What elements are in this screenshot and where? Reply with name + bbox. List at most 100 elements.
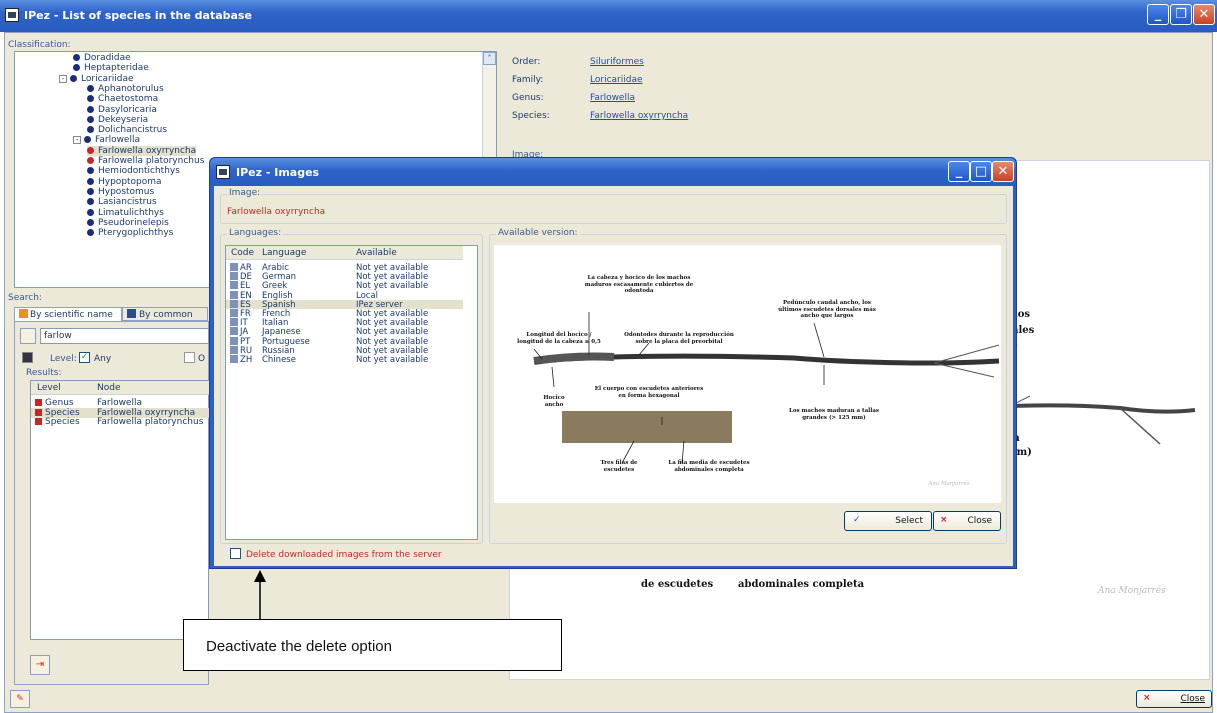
dialog-close-btn[interactable]: × Close	[933, 511, 1001, 531]
globe-icon	[127, 309, 136, 318]
close-button-label: Close	[1180, 694, 1205, 704]
language-code: ZH	[240, 355, 253, 365]
table-row[interactable]: Species Farlowella oxyrryncha	[31, 407, 210, 418]
tree-node[interactable]: Pterygoplichthys	[87, 228, 173, 238]
language-row[interactable]: IT Italian Not yet available	[226, 318, 463, 328]
tree-node[interactable]: Pseudorinelepis	[87, 218, 169, 228]
node-bullet-icon	[84, 136, 91, 144]
fish-annotation: La fila media de escudetes abdominales c…	[668, 460, 750, 473]
expand-toggle-icon[interactable]: -	[59, 74, 67, 83]
search-label: Search:	[8, 293, 42, 303]
language-row[interactable]: ES Spanish IPez server	[226, 299, 463, 310]
table-row[interactable]: Genus Farlowella	[31, 398, 210, 408]
tree-node[interactable]: Limatulichthys	[87, 208, 164, 218]
callout-arrow	[254, 570, 266, 620]
tree-node[interactable]: Dasyloricaria	[87, 105, 157, 115]
tree-node[interactable]: Doradidae	[73, 53, 131, 63]
dialog-close-button[interactable]: ✕	[992, 161, 1014, 182]
results-label: Results:	[26, 368, 62, 378]
tree-node[interactable]: Lasiancistrus	[87, 197, 157, 207]
select-button[interactable]: ✓ Select	[844, 511, 932, 531]
fish-annotation: Longitud del hocico / longitud de la cab…	[517, 332, 601, 345]
node-bullet-icon	[87, 84, 94, 92]
option-checkbox[interactable]	[184, 352, 195, 363]
close-window-button[interactable]: ✕	[1193, 4, 1215, 25]
tree-node[interactable]: Dolichancistrus	[87, 125, 167, 135]
dialog-maximize-button[interactable]: □	[970, 161, 992, 182]
available-version-group: Available version: La cabeza y hocico de…	[489, 228, 1007, 544]
flag-icon	[230, 336, 238, 345]
tree-node-label: Doradidae	[84, 53, 131, 63]
taxonomy-link[interactable]: Farlowella oxyrryncha	[590, 111, 688, 121]
callout-box: Deactivate the delete option	[183, 619, 562, 671]
language-row[interactable]: EL Greek Not yet available	[226, 281, 463, 291]
dialog-body: Image: Farlowella oxyrryncha Languages: …	[214, 186, 1013, 566]
tree-node[interactable]: Hypostomus	[87, 187, 154, 197]
tree-node-label: Pterygoplichthys	[98, 228, 174, 239]
dialog-app-icon	[216, 165, 230, 179]
window-title: IPez - List of species in the database	[24, 9, 252, 22]
flag-icon	[230, 281, 238, 290]
language-row[interactable]: PT Portuguese Not yet available	[226, 336, 463, 347]
tree-node-label: Chaetostoma	[98, 94, 159, 105]
taxonomy-link[interactable]: Farlowella	[590, 93, 635, 103]
tree-node[interactable]: - Loricariidae	[59, 74, 134, 84]
row-level: Genus	[45, 398, 74, 408]
scroll-up-icon[interactable]: ˄	[483, 52, 496, 65]
taxonomy-link[interactable]: Loricariidae	[590, 75, 643, 85]
table-row[interactable]: Species Farlowella platorynchus	[31, 417, 210, 427]
language-row[interactable]: JA Japanese Not yet available	[226, 327, 463, 337]
dialog-image-label: Image:	[227, 188, 263, 198]
tree-node[interactable]: Farlowella platorynchus	[87, 156, 204, 166]
flag-icon	[230, 299, 238, 308]
tab-by-scientific-name[interactable]: By scientific name	[14, 307, 122, 321]
tools-icon[interactable]: ✎	[10, 690, 30, 708]
row-node: Farlowella	[97, 398, 142, 408]
expand-toggle-icon[interactable]: -	[73, 136, 81, 145]
taxonomy-label: Family:	[512, 75, 544, 85]
flag-icon	[230, 345, 238, 354]
language-row[interactable]: RU Russian Not yet available	[226, 345, 463, 356]
tab1-label: By scientific name	[30, 310, 113, 320]
languages-label: Languages:	[227, 228, 284, 238]
tree-node[interactable]: Heptapteridae	[73, 63, 149, 73]
close-x-icon-2: ×	[940, 515, 948, 525]
close-button[interactable]: × Close	[1136, 690, 1212, 708]
check-icon: ✓	[853, 515, 861, 525]
dialog-minimize-button[interactable]: _	[948, 161, 970, 182]
dialog-titlebar: IPez - Images _ □ ✕	[210, 158, 1016, 186]
image-group: Image: Farlowella oxyrryncha	[220, 188, 1007, 224]
node-bullet-icon	[87, 126, 94, 134]
tree-node[interactable]: Aphanotorulus	[87, 84, 164, 94]
tree-node[interactable]: Chaetostoma	[87, 94, 158, 104]
tree-node[interactable]: Dekeyseria	[87, 115, 148, 125]
node-bullet-icon	[87, 105, 94, 113]
images-dialog: IPez - Images _ □ ✕ Image: Farlowella ox…	[209, 157, 1017, 569]
any-checkbox[interactable]: ✓	[79, 352, 90, 363]
tree-node[interactable]: Farlowella oxyrryncha	[87, 145, 197, 156]
tree-node[interactable]: - Farlowella	[73, 135, 140, 145]
delete-images-checkbox[interactable]	[230, 548, 241, 559]
language-row[interactable]: ZH Chinese Not yet available	[226, 355, 463, 365]
export-icon[interactable]: ⇥	[30, 655, 50, 675]
tree-node[interactable]: Hemiodontichthys	[87, 166, 180, 176]
languages-group: Languages: Code Language Available AR Ara…	[220, 228, 483, 544]
minimize-button[interactable]: _	[1147, 4, 1169, 25]
restore-button[interactable]: ❐	[1170, 4, 1192, 25]
tab-by-common-name[interactable]: By common nam	[122, 307, 208, 330]
tree-node[interactable]: Hypoptopoma	[87, 177, 162, 187]
search-icon[interactable]	[20, 328, 36, 344]
tree-node-label: Dekeyseria	[98, 114, 149, 125]
language-row[interactable]: EN English Local	[226, 290, 463, 301]
language-row[interactable]: DE German Not yet available	[226, 272, 463, 282]
taxonomy-link[interactable]: Siluriformes	[590, 57, 644, 67]
languages-table[interactable]: Code Language Available AR Arabic Not yet …	[225, 245, 478, 540]
fish-annotation: Ana Monjarrés	[928, 481, 970, 487]
node-bullet-icon	[87, 167, 94, 175]
search-input[interactable]: farlow	[40, 328, 209, 344]
language-row[interactable]: FR French Not yet available	[226, 309, 463, 319]
language-row[interactable]: AR Arabic Not yet available	[226, 263, 463, 273]
results-list[interactable]: Level Node Genus Farlowella Species Farlowe…	[30, 380, 210, 640]
fish-annotation: Odontodes durante la reproducción sobre …	[624, 332, 734, 345]
row-node: Farlowella oxyrryncha	[97, 407, 196, 418]
